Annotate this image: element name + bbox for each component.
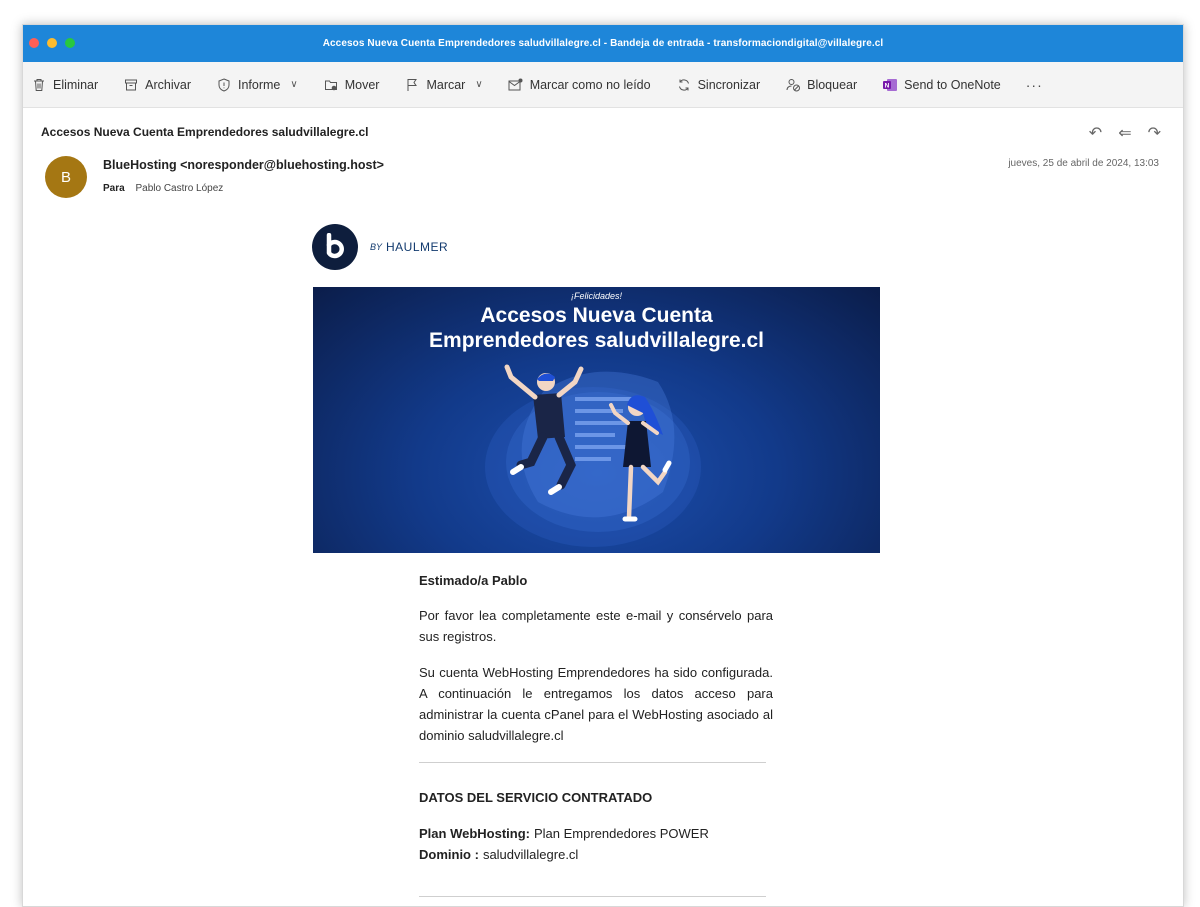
recipient-row: Para Pablo Castro López bbox=[103, 183, 223, 194]
flag-icon bbox=[404, 77, 420, 93]
account-paragraph: Su cuenta WebHosting Emprendedores ha si… bbox=[419, 665, 773, 743]
welcome-banner: ¡Felicidades! Accesos Nueva Cuenta Empre… bbox=[313, 287, 880, 553]
reply-icon[interactable]: ↶ bbox=[1089, 123, 1102, 143]
divider bbox=[419, 762, 766, 763]
banner-title: Accesos Nueva Cuenta Emprendedores salud… bbox=[313, 303, 880, 353]
chevron-down-icon[interactable]: ∨ bbox=[290, 79, 297, 90]
block-user-icon bbox=[785, 77, 801, 93]
plan-row: Plan WebHosting: Plan Emprendedores POWER bbox=[419, 826, 709, 841]
zoom-window-button[interactable] bbox=[65, 38, 75, 48]
intro-paragraph: Por favor lea completamente este e-mail … bbox=[419, 608, 773, 644]
onenote-label: Send to OneNote bbox=[904, 77, 1001, 92]
block-button[interactable]: Bloquear bbox=[785, 77, 857, 93]
mark-unread-label: Marcar como no leído bbox=[529, 77, 651, 92]
brand-logo: BY HAULMER bbox=[312, 224, 448, 270]
banner-title-line-1: Accesos Nueva Cuenta bbox=[480, 304, 713, 327]
domain-row: Dominio : saludvillalegre.cl bbox=[419, 847, 578, 862]
chevron-down-icon[interactable]: ∨ bbox=[475, 79, 482, 90]
sender-address[interactable]: BlueHosting <noresponder@bluehosting.hos… bbox=[103, 158, 384, 172]
forward-icon[interactable]: ↷ bbox=[1148, 123, 1161, 143]
delete-button[interactable]: Eliminar bbox=[31, 77, 98, 93]
sync-label: Sincronizar bbox=[697, 77, 761, 92]
move-label: Mover bbox=[344, 77, 380, 92]
archive-icon bbox=[123, 77, 139, 93]
toolbar: Eliminar Archivar Informe ∨ Mover Marcar… bbox=[23, 62, 1183, 108]
folder-move-icon bbox=[323, 77, 339, 93]
logo-brand-text: HAULMER bbox=[386, 240, 449, 254]
bluehosting-logo-icon bbox=[312, 224, 358, 270]
onenote-icon: N bbox=[882, 77, 898, 93]
envelope-dot-icon bbox=[508, 77, 524, 93]
flag-label: Marcar bbox=[426, 77, 466, 92]
sync-button[interactable]: Sincronizar bbox=[676, 77, 761, 93]
plan-label: Plan WebHosting: bbox=[419, 826, 530, 841]
message-subject: Accesos Nueva Cuenta Emprendedores salud… bbox=[41, 125, 369, 139]
more-options-button[interactable]: ··· bbox=[1026, 77, 1043, 93]
svg-text:N: N bbox=[885, 82, 890, 89]
divider bbox=[419, 896, 766, 897]
block-label: Bloquear bbox=[807, 77, 858, 92]
reply-actions: ↶ ⇐ ↷ bbox=[1089, 123, 1161, 143]
to-label: Para bbox=[103, 183, 125, 194]
delete-label: Eliminar bbox=[53, 77, 99, 92]
flag-button[interactable]: Marcar ∨ bbox=[404, 77, 483, 93]
archive-label: Archivar bbox=[145, 77, 191, 92]
recipient-name[interactable]: Pablo Castro López bbox=[135, 183, 223, 194]
title-bar: Accesos Nueva Cuenta Emprendedores salud… bbox=[23, 25, 1183, 62]
plan-value: Plan Emprendedores POWER bbox=[533, 826, 709, 841]
greeting: Estimado/a Pablo bbox=[419, 573, 528, 588]
close-window-button[interactable] bbox=[29, 38, 39, 48]
report-label: Informe bbox=[238, 77, 281, 92]
archive-button[interactable]: Archivar bbox=[123, 77, 191, 93]
trash-icon bbox=[31, 77, 47, 93]
domain-label: Dominio : bbox=[419, 847, 479, 862]
window-title: Accesos Nueva Cuenta Emprendedores salud… bbox=[322, 38, 884, 49]
shield-icon bbox=[216, 77, 232, 93]
logo-by-text: BY bbox=[370, 242, 383, 252]
domain-value: saludvillalegre.cl bbox=[482, 847, 579, 862]
window-controls bbox=[29, 38, 75, 48]
sync-icon bbox=[676, 77, 692, 93]
mark-unread-button[interactable]: Marcar como no leído bbox=[508, 77, 651, 93]
message-date: jueves, 25 de abril de 2024, 13:03 bbox=[1008, 158, 1159, 169]
mail-window: Accesos Nueva Cuenta Emprendedores salud… bbox=[22, 24, 1184, 907]
banner-title-line-2: Emprendedores saludvillalegre.cl bbox=[429, 329, 764, 352]
avatar: B bbox=[45, 156, 87, 198]
banner-kicker: ¡Felicidades! bbox=[570, 291, 623, 301]
move-button[interactable]: Mover bbox=[323, 77, 380, 93]
service-section-title: DATOS DEL SERVICIO CONTRATADO bbox=[419, 790, 653, 805]
minimize-window-button[interactable] bbox=[47, 38, 57, 48]
send-to-onenote-button[interactable]: N Send to OneNote bbox=[882, 77, 1001, 93]
reply-all-icon[interactable]: ⇐ bbox=[1118, 123, 1131, 143]
report-button[interactable]: Informe ∨ bbox=[216, 77, 298, 93]
